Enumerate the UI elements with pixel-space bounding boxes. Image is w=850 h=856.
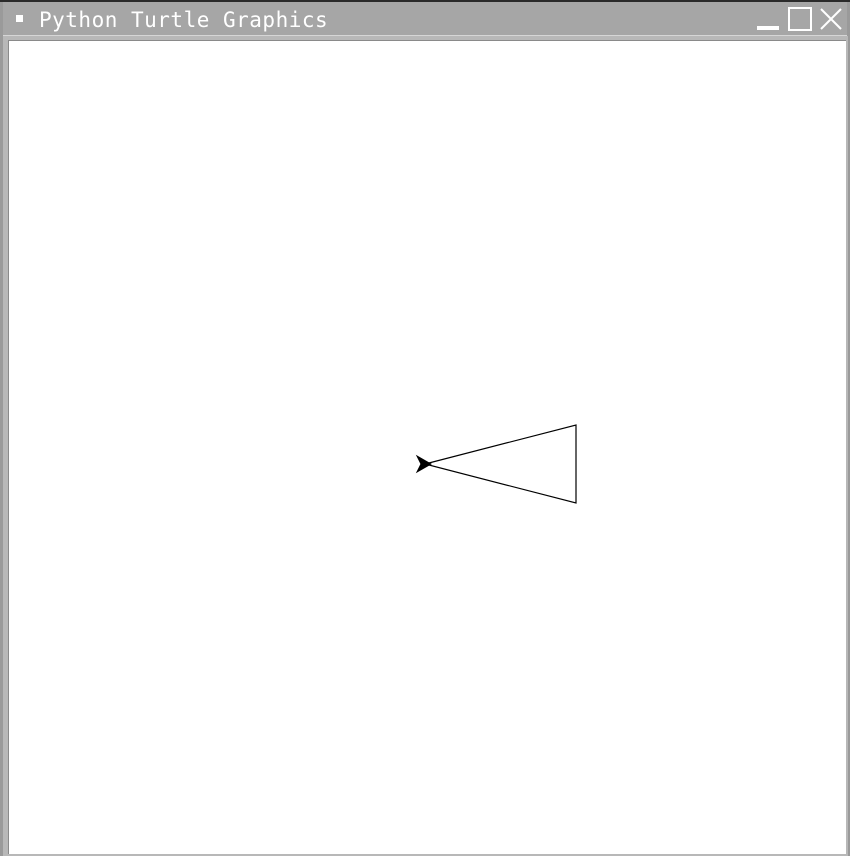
maximize-button[interactable] xyxy=(787,6,813,32)
title-bar[interactable]: Python Turtle Graphics xyxy=(3,2,847,36)
window-menu-icon[interactable] xyxy=(16,15,23,22)
maximize-icon xyxy=(788,7,812,31)
turtle-canvas[interactable] xyxy=(8,40,846,854)
close-button[interactable] xyxy=(818,6,844,32)
turtle-cursor xyxy=(415,454,433,474)
window-title: Python Turtle Graphics xyxy=(39,8,329,32)
minimize-button[interactable] xyxy=(755,6,781,32)
close-icon xyxy=(820,8,842,30)
drawing-surface xyxy=(415,424,577,504)
turtle-window: Python Turtle Graphics xyxy=(0,0,850,856)
drawn-triangle xyxy=(422,424,577,504)
minimize-icon xyxy=(757,26,779,30)
